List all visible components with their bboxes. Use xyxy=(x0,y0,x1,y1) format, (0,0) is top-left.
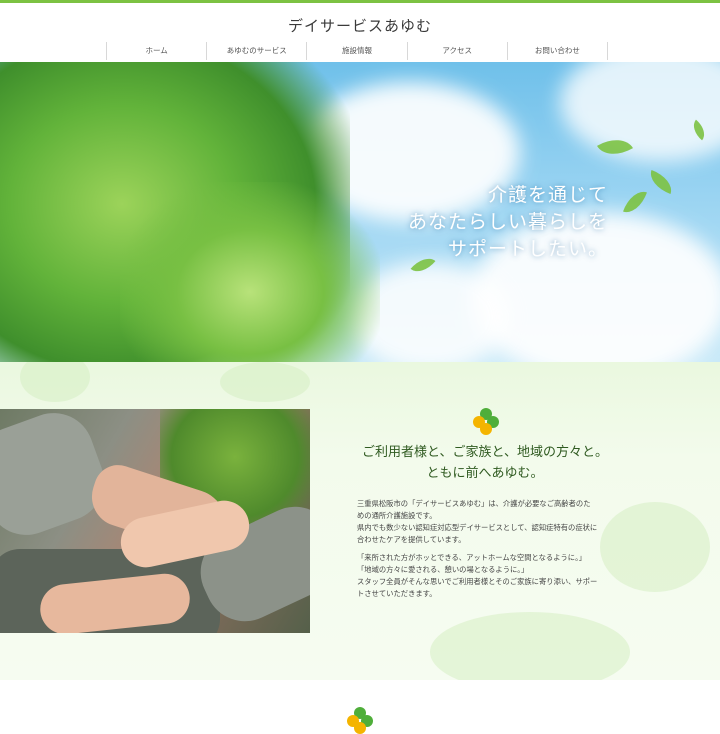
nav-contact[interactable]: お問い合わせ xyxy=(508,42,609,60)
hero-tree-foliage xyxy=(120,182,380,362)
about-text-line: 県内でも数少ない認知症対応型デイサービスとして、認知症特有の症状に xyxy=(357,523,598,532)
background-clover xyxy=(430,612,630,680)
hero-line-3: サポートしたい。 xyxy=(447,238,608,260)
hero-banner: 介護を通じて あなたらしい暮らしを サポートしたい。 xyxy=(0,62,720,362)
site-header: デイサービスあゆむ ホーム あゆむのサービス 施設情報 アクセス お問い合わせ xyxy=(0,3,720,62)
clover-icon xyxy=(347,707,373,734)
about-heading-line-1: ご利用者様と、ご家族と、地域の方々と。 xyxy=(362,445,608,460)
about-text-line: スタッフ全員がそんな思いでご利用者様とそのご家族に寄り添い、サポー xyxy=(357,577,598,586)
hero-cloud xyxy=(560,62,720,162)
global-nav: ホーム あゆむのサービス 施設情報 アクセス お問い合わせ xyxy=(106,42,609,60)
about-text-line: 「来所された方がホッとできる、アットホームな空間となるように。」 xyxy=(357,553,587,562)
leaf-icon xyxy=(646,170,676,194)
about-text-line: 合わせたケアを提供しています。 xyxy=(357,535,466,544)
hero-line-2: あなたらしい暮らしを xyxy=(407,211,608,233)
about-section: ご利用者様と、ご家族と、地域の方々と。 ともに前へあゆむ。 三重県松阪市の「デイ… xyxy=(0,362,720,680)
background-clover xyxy=(20,362,90,402)
nav-access[interactable]: アクセス xyxy=(408,42,508,60)
about-heading-line-2: ともに前へあゆむ。 xyxy=(426,466,544,481)
about-text: 三重県松阪市の「デイサービスあゆむ」は、介護が必要なご高齢者のた めの通所介護施… xyxy=(357,492,617,606)
about-text-line: 「地域の方々に愛される、憩いの場となるように。」 xyxy=(357,565,529,574)
about-heading: ご利用者様と、ご家族と、地域の方々と。 ともに前へあゆむ。 xyxy=(330,442,640,484)
leaf-icon xyxy=(623,187,647,217)
about-text-line: 三重県松阪市の「デイサービスあゆむ」は、介護が必要なご高齢者のた xyxy=(357,499,591,508)
about-text-line: トさせていただきます。 xyxy=(357,589,437,598)
background-clover xyxy=(220,362,310,402)
clover-icon xyxy=(473,408,499,435)
nav-home[interactable]: ホーム xyxy=(107,42,208,60)
about-text-line: めの通所介護施設です。 xyxy=(357,511,437,520)
hands-photo xyxy=(0,409,310,633)
hero-line-1: 介護を通じて xyxy=(487,184,608,206)
hero-catchphrase: 介護を通じて あなたらしい暮らしを サポートしたい。 xyxy=(408,182,608,263)
nav-facility[interactable]: 施設情報 xyxy=(307,42,408,60)
site-logo[interactable]: デイサービスあゆむ xyxy=(0,15,720,36)
nav-services[interactable]: あゆむのサービス xyxy=(207,42,308,60)
